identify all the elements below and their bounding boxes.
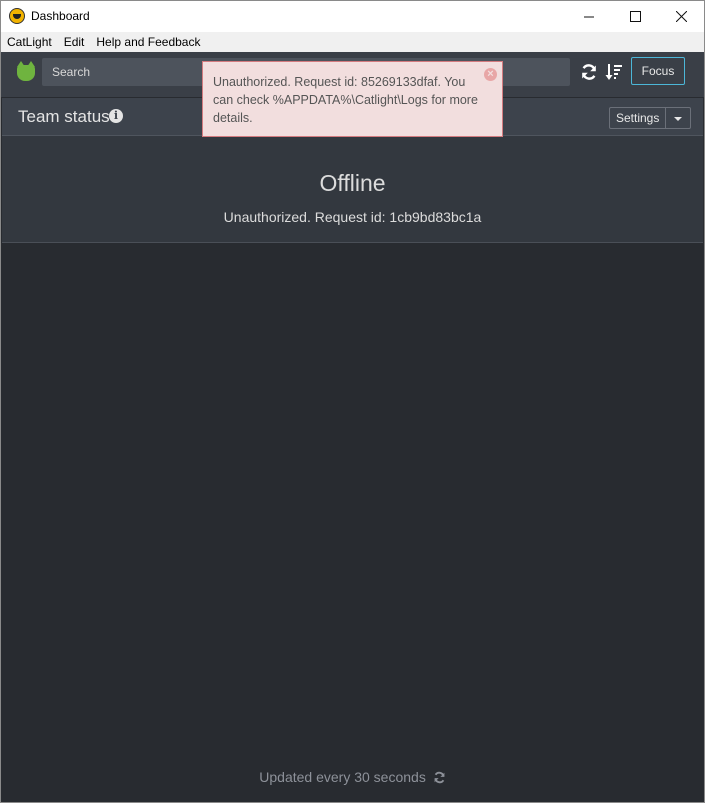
- panel-title: Team status: [18, 107, 110, 126]
- cat-status-icon[interactable]: [17, 61, 35, 81]
- toast-close-icon[interactable]: ×: [484, 68, 497, 81]
- refresh-icon[interactable]: [580, 63, 600, 83]
- error-toast: Unauthorized. Request id: 85269133dfaf. …: [202, 61, 503, 137]
- menu-help-and-feedback[interactable]: Help and Feedback: [90, 32, 206, 52]
- window-title: Dashboard: [31, 9, 90, 23]
- settings-button-group: Settings: [609, 107, 692, 129]
- title-bar: Dashboard: [1, 1, 704, 32]
- close-icon: [675, 11, 687, 22]
- menu-bar: CatLight Edit Help and Feedback: [1, 32, 704, 52]
- focus-button[interactable]: Focus: [631, 57, 685, 85]
- close-button[interactable]: [658, 1, 704, 32]
- status-message: Unauthorized. Request id: 1cb9bd83bc1a: [223, 209, 482, 225]
- toast-message: Unauthorized. Request id: 85269133dfaf. …: [213, 75, 478, 125]
- settings-button[interactable]: Settings: [609, 107, 667, 129]
- info-icon[interactable]: i: [109, 109, 123, 123]
- minimize-button[interactable]: [566, 1, 612, 32]
- maximize-button[interactable]: [612, 1, 658, 32]
- status-panel: Offline Unauthorized. Request id: 1cb9bd…: [2, 136, 703, 243]
- settings-dropdown-chevron-down-icon[interactable]: [666, 107, 692, 129]
- footer-text: Updated every 30 seconds: [259, 769, 426, 785]
- maximize-icon: [629, 11, 641, 22]
- catlight-logo-icon: [9, 8, 25, 24]
- refresh-small-icon[interactable]: [433, 771, 446, 787]
- menu-catlight[interactable]: CatLight: [1, 32, 58, 52]
- sort-icon[interactable]: [605, 63, 625, 83]
- minimize-icon: [583, 16, 594, 18]
- menu-edit[interactable]: Edit: [58, 32, 91, 52]
- status-title: Offline: [319, 170, 386, 196]
- footer-status: Updated every 30 seconds: [1, 769, 704, 787]
